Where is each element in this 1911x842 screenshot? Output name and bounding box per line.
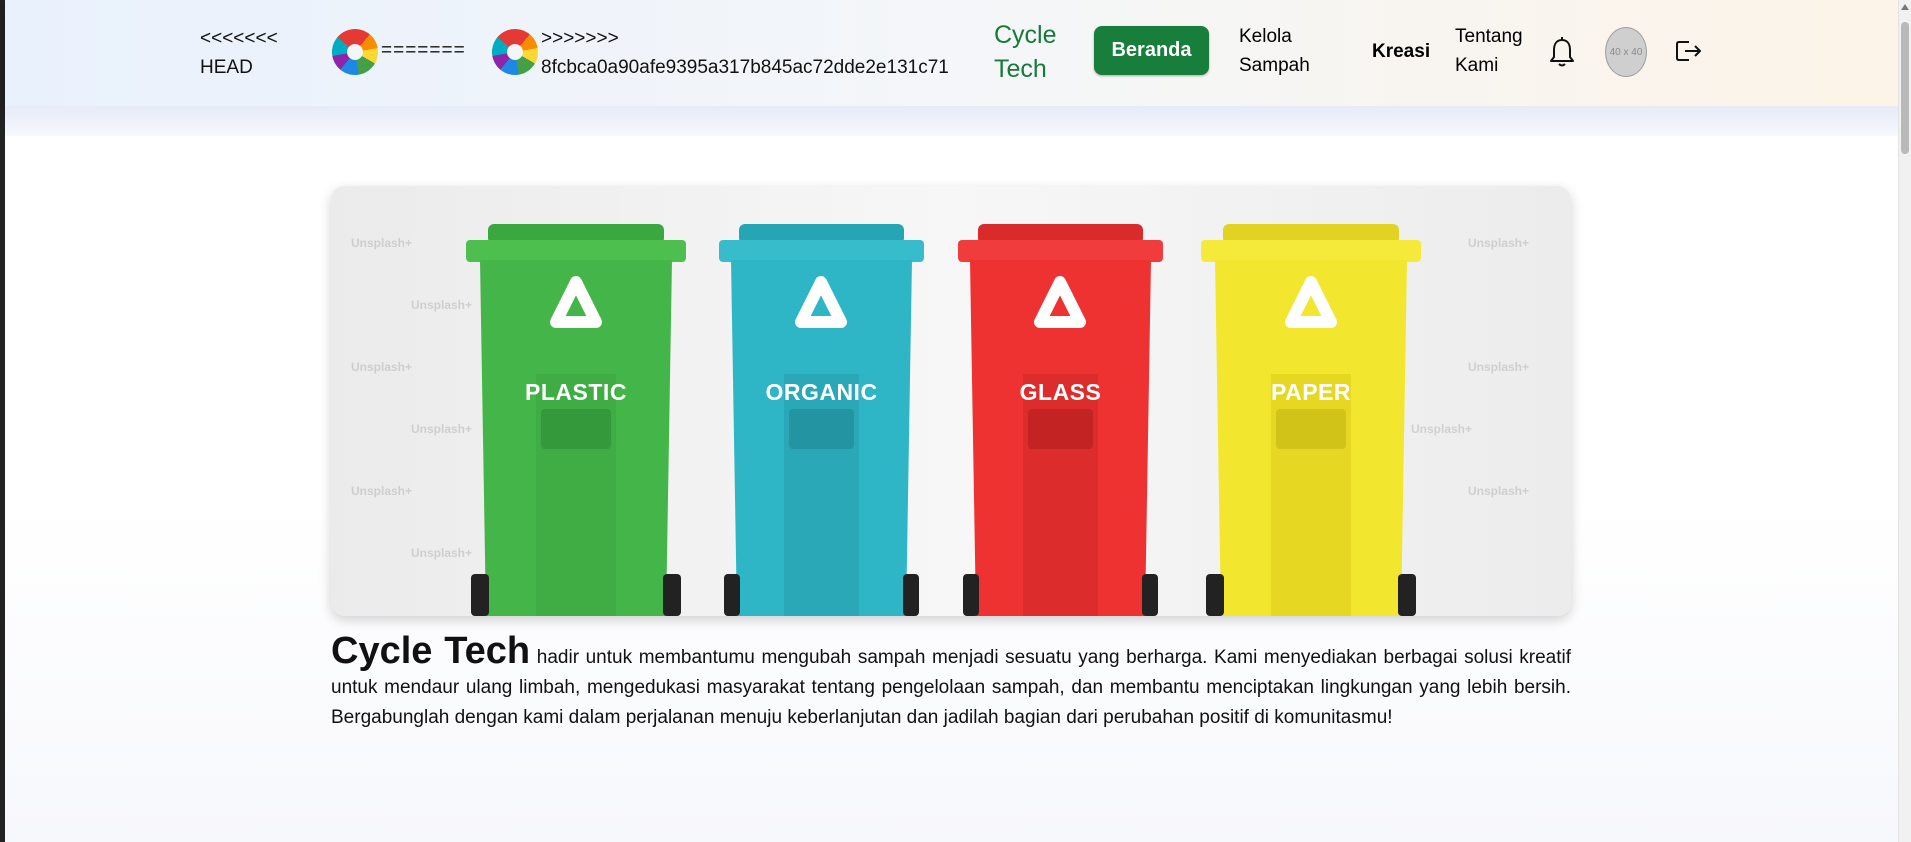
intro-title: Cycle Tech — [331, 630, 531, 672]
conflict-marker-commit: >>>>>>> 8fcbca0a90afe9395a317b845ac72dde… — [541, 28, 949, 78]
bin-label: ORGANIC — [765, 379, 878, 405]
bin-glass: GLASS — [958, 224, 1163, 616]
bin-organic: ORGANIC — [719, 224, 924, 616]
logo-icon[interactable] — [332, 29, 378, 75]
navbar-shadow — [5, 106, 1899, 136]
watermark-text: Unsplash+ — [351, 236, 413, 250]
nav-tentang-kami-link[interactable]: Tentang Kami — [1455, 22, 1535, 80]
nav-kelola-sampah-link[interactable]: Kelola Sampah — [1239, 22, 1329, 80]
conflict-marker-head: <<<<<<< HEAD — [200, 28, 278, 78]
watermark-text: Unsplash+ — [411, 422, 473, 436]
bell-icon[interactable] — [1548, 36, 1576, 68]
brand-title[interactable]: Cycle Tech — [994, 18, 1064, 86]
watermark-text: Unsplash+ — [1468, 360, 1530, 374]
nav-beranda-button[interactable]: Beranda — [1094, 26, 1209, 75]
bin-label: PLASTIC — [525, 379, 627, 405]
nav-kreasi-link[interactable]: Kreasi — [1372, 37, 1430, 66]
bin-paper: PAPER — [1201, 224, 1421, 616]
watermark-text: Unsplash+ — [1468, 484, 1530, 498]
scrollbar[interactable] — [1898, 0, 1911, 842]
scrollbar-thumb[interactable] — [1901, 22, 1909, 154]
watermark-text: Unsplash+ — [411, 546, 473, 560]
watermark-text: Unsplash+ — [351, 484, 413, 498]
bin-plastic: PLASTIC — [466, 224, 686, 616]
watermark-text: Unsplash+ — [411, 298, 473, 312]
hero-image: Unsplash+ Unsplash+ Unsplash+ Unsplash+ … — [331, 186, 1571, 616]
bin-label: GLASS — [1019, 379, 1102, 405]
avatar-placeholder-text: 40 x 40 — [1609, 46, 1643, 58]
watermark-text: Unsplash+ — [351, 360, 413, 374]
bin-label: PAPER — [1270, 379, 1352, 405]
watermark-text: Unsplash+ — [1468, 236, 1530, 250]
scroll-up-arrow-icon[interactable] — [1901, 4, 1909, 10]
avatar[interactable]: 40 x 40 — [1605, 27, 1647, 77]
logo-icon[interactable] — [492, 29, 538, 75]
intro-paragraph: Cycle Tech hadir untuk membantumu mengub… — [331, 632, 1571, 733]
logout-icon[interactable] — [1675, 38, 1703, 64]
conflict-marker-separator: ======= — [381, 40, 466, 61]
